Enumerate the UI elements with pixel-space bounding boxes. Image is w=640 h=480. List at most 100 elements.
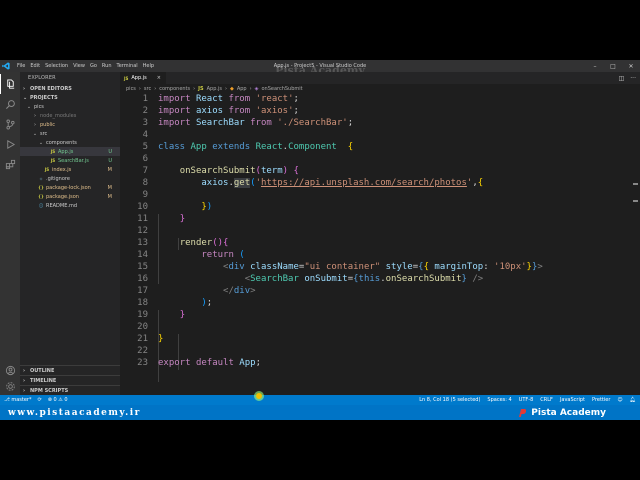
code-line: 9 <box>120 190 640 202</box>
code-line: 17 </div> <box>120 286 640 298</box>
code-text: import axios from 'axios'; <box>158 106 299 116</box>
breadcrumb-item[interactable]: components <box>159 86 190 92</box>
prettier-status[interactable]: Prettier <box>592 397 610 403</box>
markdown-file-icon: ⓘ <box>39 202 43 208</box>
code-line: 4 <box>120 130 640 142</box>
git-branch[interactable]: ⎇ master* <box>4 397 32 403</box>
breadcrumb-item[interactable]: pics <box>126 86 136 92</box>
code-line: 16 <SearchBar onSubmit={this.onSearchSub… <box>120 274 640 286</box>
tab-close-icon[interactable]: × <box>157 75 161 81</box>
scrollbar-marker <box>633 200 638 202</box>
breadcrumb-item[interactable]: src <box>144 86 151 92</box>
outline-section[interactable]: › OUTLINE <box>20 365 120 375</box>
brand-strip: www.pistaacademy.ir Pista Academy <box>0 405 640 420</box>
code-text: onSearchSubmit(term) { <box>179 166 299 176</box>
tree-item-label: pics <box>34 103 44 110</box>
timeline-section[interactable]: › TIMELINE <box>20 375 120 385</box>
npm-scripts-section[interactable]: › NPM SCRIPTS <box>20 385 120 395</box>
brand-name: Pista Academy <box>531 407 606 418</box>
code-line: 18 ); <box>120 298 640 310</box>
code-line: 3 import SearchBar from './SearchBar'; <box>120 118 640 130</box>
explorer-icon[interactable] <box>0 74 20 94</box>
more-actions-icon[interactable]: ··· <box>630 75 636 82</box>
chevron-down-icon: ⌄ <box>32 130 38 137</box>
breadcrumb-item[interactable]: App.js <box>207 86 222 92</box>
project-section[interactable]: ⌄ PROJECTS <box>20 93 120 102</box>
code-text: render(){ <box>179 238 229 248</box>
extensions-icon[interactable] <box>0 154 20 174</box>
source-control-icon[interactable] <box>0 114 20 134</box>
code-text: <div className="ui container" style={{ m… <box>223 262 543 272</box>
tree-item[interactable]: ⌄ components <box>20 138 120 147</box>
breadcrumb-item[interactable]: onSearchSubmit <box>261 86 302 92</box>
language-mode[interactable]: JavaScript <box>560 397 585 403</box>
tree-item-label: index.js <box>52 166 72 173</box>
run-debug-icon[interactable] <box>0 134 20 154</box>
tree-item-label: src <box>40 130 48 137</box>
chevron-down-icon: ⌄ <box>23 94 28 101</box>
js-file-icon: JS <box>50 149 56 154</box>
search-icon[interactable] <box>0 94 20 114</box>
feedback-icon[interactable]: ☺ <box>617 397 622 403</box>
explorer-header: EXPLORER <box>28 75 56 81</box>
breadcrumb-separator-icon: › <box>154 86 157 92</box>
tree-item[interactable]: ⓘ README.md <box>20 201 120 210</box>
code-line: 8 axios.get('https://api.unsplash.com/se… <box>120 178 640 190</box>
vscode-window: File Edit Selection View Go Run Terminal… <box>0 60 640 420</box>
class-symbol-icon: ◆ <box>229 86 234 92</box>
tree-item-label: package.json <box>46 193 79 200</box>
breadcrumb-separator-icon: › <box>249 86 252 92</box>
cursor-position[interactable]: Ln 8, Col 18 (5 selected) <box>419 397 480 403</box>
line-number: 17 <box>137 286 148 296</box>
tab-app-js[interactable]: JS App.js × <box>120 72 166 84</box>
tree-item-label: package-lock.json <box>46 184 91 191</box>
code-line: 23 export default App; <box>120 358 640 370</box>
open-editors-section[interactable]: › OPEN EDITORS <box>20 84 120 93</box>
breadcrumb-item[interactable]: App <box>237 86 247 92</box>
branch-label: master* <box>11 397 32 403</box>
line-number: 5 <box>142 142 148 152</box>
breadcrumb: pics › src › components › JS App.js › ◆ App ›… <box>120 84 640 94</box>
line-number: 23 <box>137 358 148 368</box>
line-number: 8 <box>142 178 148 188</box>
end-of-line[interactable]: CRLF <box>540 397 553 403</box>
outline-label: OUTLINE <box>30 367 55 374</box>
tree-item-label: SearchBar.js <box>58 157 89 164</box>
tree-item[interactable]: ◆ .gitignore <box>20 174 120 183</box>
line-number: 14 <box>137 250 148 260</box>
chevron-right-icon: › <box>23 85 26 92</box>
encoding[interactable]: UTF-8 <box>519 397 534 403</box>
line-number: 13 <box>137 238 148 248</box>
sidebar-bottom-panels: › OUTLINE › TIMELINE › NPM SCRIPTS <box>20 365 120 395</box>
tree-item[interactable]: JS SearchBar.js U <box>20 156 120 165</box>
tree-item[interactable]: › node_modules <box>20 111 120 120</box>
code-line: 7 onSearchSubmit(term) { <box>120 166 640 178</box>
bell-icon[interactable]: 🔔︎ <box>630 397 636 403</box>
breadcrumb-separator-icon: › <box>224 86 227 92</box>
code-line: 13 render(){ <box>120 238 640 250</box>
tree-item[interactable]: {} package-lock.json M <box>20 183 120 192</box>
tree-item[interactable]: › public <box>20 120 120 129</box>
code-line: 1 import React from 'react'; <box>120 94 640 106</box>
json-file-icon: {} <box>38 185 44 190</box>
json-file-icon: {} <box>38 194 44 199</box>
tree-item[interactable]: ⌄ pics <box>20 102 120 111</box>
code-text: <SearchBar onSubmit={this.onSearchSubmit… <box>244 274 484 284</box>
line-number: 7 <box>142 166 148 176</box>
chevron-down-icon: ⌄ <box>38 139 44 146</box>
code-text: import React from 'react'; <box>158 94 299 104</box>
code-line: 11 } <box>120 214 640 226</box>
code-line: 19 } <box>120 310 640 322</box>
chevron-down-icon: ⌄ <box>26 103 32 110</box>
tree-item[interactable]: ⌄ src <box>20 129 120 138</box>
problems-indicator[interactable]: ⊗ 0 ⚠ 0 <box>48 397 68 403</box>
tree-item[interactable]: {} package.json M <box>20 192 120 201</box>
split-editor-icon[interactable]: ◫ <box>619 75 625 82</box>
code-line: 10 }) <box>120 202 640 214</box>
gear-icon[interactable] <box>0 376 20 396</box>
tree-item[interactable]: JS App.js U <box>20 147 120 156</box>
code-editor[interactable]: 1 import React from 'react'; 2 import axio… <box>120 94 640 395</box>
indentation[interactable]: Spaces: 4 <box>487 397 511 403</box>
sync-icon[interactable]: ⟳ <box>38 397 42 403</box>
tree-item[interactable]: JS index.js M <box>20 165 120 174</box>
